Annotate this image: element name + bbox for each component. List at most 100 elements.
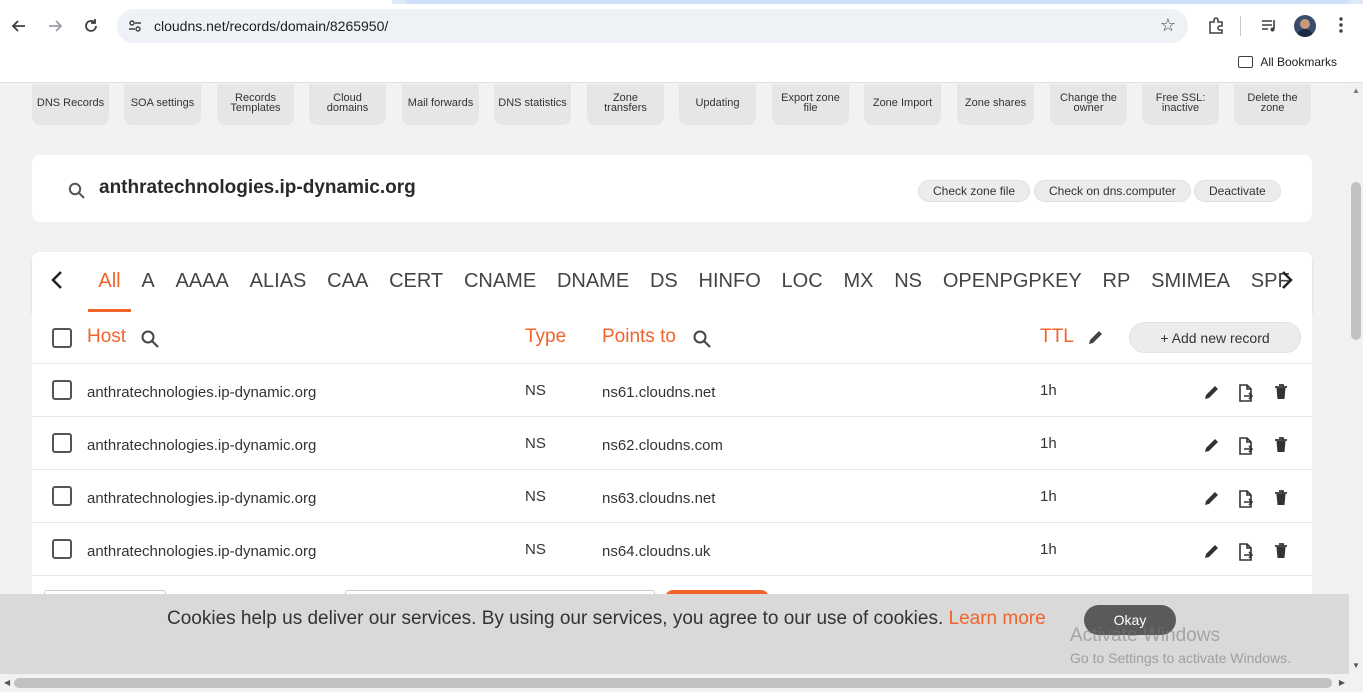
deactivate-button[interactable]: Deactivate xyxy=(1194,180,1281,202)
tool-free-ssl[interactable]: Free SSL: inactive xyxy=(1142,84,1219,125)
tool-zone-shares[interactable]: Zone shares xyxy=(957,84,1034,125)
active-tab[interactable] xyxy=(0,0,392,4)
row-checkbox[interactable] xyxy=(52,539,72,559)
points-to-search-icon[interactable] xyxy=(692,329,712,349)
search-icon[interactable] xyxy=(68,182,86,200)
type-tab-cert[interactable]: CERT xyxy=(379,252,454,312)
type-tab-all[interactable]: All xyxy=(88,252,132,312)
inactive-tab[interactable] xyxy=(406,0,1349,4)
profile-avatar[interactable] xyxy=(1294,15,1316,37)
tool-updating[interactable]: Updating xyxy=(679,84,756,125)
tool-records-templates[interactable]: Records Templates xyxy=(217,84,294,125)
delete-record-icon[interactable] xyxy=(1272,542,1292,562)
zone-toolbar: DNS Records SOA settings Records Templat… xyxy=(32,84,1312,126)
zone-header-card: anthratechnologies.ip-dynamic.org Check … xyxy=(32,155,1312,222)
type-tab-cname[interactable]: CNAME xyxy=(454,252,547,312)
type-tab-caa[interactable]: CAA xyxy=(317,252,379,312)
type-tab-hinfo[interactable]: HINFO xyxy=(688,252,771,312)
check-dns-computer-button[interactable]: Check on dns.computer xyxy=(1034,180,1191,202)
reload-button[interactable] xyxy=(77,12,105,40)
tool-mail-forwards[interactable]: Mail forwards xyxy=(402,84,479,125)
copy-record-icon[interactable] xyxy=(1236,383,1256,403)
edit-record-icon[interactable] xyxy=(1203,542,1223,562)
host-column-header[interactable]: Host xyxy=(87,326,126,348)
scroll-up-icon[interactable]: ▲ xyxy=(1352,86,1360,95)
host-search-icon[interactable] xyxy=(140,329,160,349)
type-tab-smimea[interactable]: SMIMEA xyxy=(1141,252,1241,312)
tool-dns-statistics[interactable]: DNS statistics xyxy=(494,84,571,125)
points-to-column-header[interactable]: Points to xyxy=(602,326,676,348)
row-checkbox[interactable] xyxy=(52,433,72,453)
copy-record-icon[interactable] xyxy=(1236,436,1256,456)
chevron-left-icon[interactable] xyxy=(47,270,67,290)
type-tab-rp[interactable]: RP xyxy=(1092,252,1141,312)
back-button[interactable] xyxy=(5,12,33,40)
tool-soa-settings[interactable]: SOA settings xyxy=(124,84,201,125)
table-row: anthratechnologies.ip-dynamic.org NS ns62.… xyxy=(32,417,1312,470)
tool-dns-records[interactable]: DNS Records xyxy=(32,84,109,125)
arrow-left-icon xyxy=(11,20,25,32)
ttl-edit-icon[interactable] xyxy=(1087,329,1104,346)
type-tab-dname[interactable]: DNAME xyxy=(547,252,640,312)
type-tab-openpgpkey[interactable]: OPENPGPKEY xyxy=(932,252,1092,312)
windows-watermark-subtitle: Go to Settings to activate Windows. xyxy=(1070,650,1291,666)
tool-change-owner[interactable]: Change the owner xyxy=(1050,84,1127,125)
scroll-left-icon[interactable]: ◀ xyxy=(4,678,10,687)
tool-delete-zone[interactable]: Delete the zone xyxy=(1234,84,1311,125)
copy-record-icon[interactable] xyxy=(1236,489,1256,509)
vertical-scrollbar[interactable]: ▲ ▼ xyxy=(1349,84,1363,674)
horizontal-scroll-thumb[interactable] xyxy=(14,678,1332,688)
edit-record-icon[interactable] xyxy=(1203,436,1223,456)
row-checkbox[interactable] xyxy=(52,486,72,506)
windows-watermark-title: Activate Windows xyxy=(1070,625,1220,646)
row-checkbox[interactable] xyxy=(52,380,72,400)
type-tab-loc[interactable]: LOC xyxy=(771,252,833,312)
copy-record-icon[interactable] xyxy=(1236,542,1256,562)
chevron-right-icon[interactable] xyxy=(1277,270,1297,290)
type-tab-aaaa[interactable]: AAAA xyxy=(165,252,239,312)
address-bar[interactable]: cloudns.net/records/domain/8265950/ ☆ xyxy=(117,9,1188,43)
type-tab-ds[interactable]: DS xyxy=(640,252,689,312)
row-type: NS xyxy=(525,382,546,399)
forward-button[interactable] xyxy=(41,12,69,40)
row-type: NS xyxy=(525,488,546,505)
table-header: Host Type Points to TTL + Add new record xyxy=(32,312,1312,364)
extensions-icon[interactable] xyxy=(1205,14,1227,36)
row-type: NS xyxy=(525,541,546,558)
add-new-record-button[interactable]: + Add new record xyxy=(1129,322,1301,353)
edit-record-icon[interactable] xyxy=(1203,489,1223,509)
table-row: anthratechnologies.ip-dynamic.org NS ns63.… xyxy=(32,470,1312,523)
url-text[interactable]: cloudns.net/records/domain/8265950/ xyxy=(154,18,388,34)
tool-cloud-domains[interactable]: Cloud domains xyxy=(309,84,386,125)
ttl-column-header[interactable]: TTL xyxy=(1040,326,1074,348)
all-bookmarks-button[interactable]: All Bookmarks xyxy=(1238,55,1337,69)
type-tab-a[interactable]: A xyxy=(131,252,165,312)
type-tab-alias[interactable]: ALIAS xyxy=(239,252,316,312)
page-content: DNS Records SOA settings Records Templat… xyxy=(0,84,1349,674)
type-tab-mx[interactable]: MX xyxy=(833,252,884,312)
site-info-icon[interactable] xyxy=(127,18,143,34)
vertical-scroll-thumb[interactable] xyxy=(1351,182,1361,340)
delete-record-icon[interactable] xyxy=(1272,489,1292,509)
tool-zone-transfers[interactable]: Zone transfers xyxy=(587,84,664,125)
type-tab-ns[interactable]: NS xyxy=(884,252,933,312)
delete-record-icon[interactable] xyxy=(1272,436,1292,456)
media-control-icon[interactable] xyxy=(1258,14,1280,36)
type-column-header[interactable]: Type xyxy=(525,326,566,348)
horizontal-scrollbar[interactable]: ◀ ▶ xyxy=(0,674,1363,692)
edit-record-icon[interactable] xyxy=(1203,383,1223,403)
scroll-down-icon[interactable]: ▼ xyxy=(1352,661,1360,670)
delete-record-icon[interactable] xyxy=(1272,383,1292,403)
row-ttl: 1h xyxy=(1040,382,1057,399)
tool-export-zone-file[interactable]: Export zone file xyxy=(772,84,849,125)
scroll-right-icon[interactable]: ▶ xyxy=(1339,678,1345,687)
tool-zone-import[interactable]: Zone Import xyxy=(864,84,941,125)
kebab-menu-icon[interactable] xyxy=(1330,14,1352,36)
cookie-text: Cookies help us deliver our services. By… xyxy=(167,608,944,629)
row-ttl: 1h xyxy=(1040,541,1057,558)
row-type: NS xyxy=(525,435,546,452)
star-icon[interactable]: ☆ xyxy=(1160,15,1176,36)
learn-more-link[interactable]: Learn more xyxy=(949,608,1046,629)
check-zone-file-button[interactable]: Check zone file xyxy=(918,180,1031,202)
select-all-checkbox[interactable] xyxy=(52,328,72,348)
